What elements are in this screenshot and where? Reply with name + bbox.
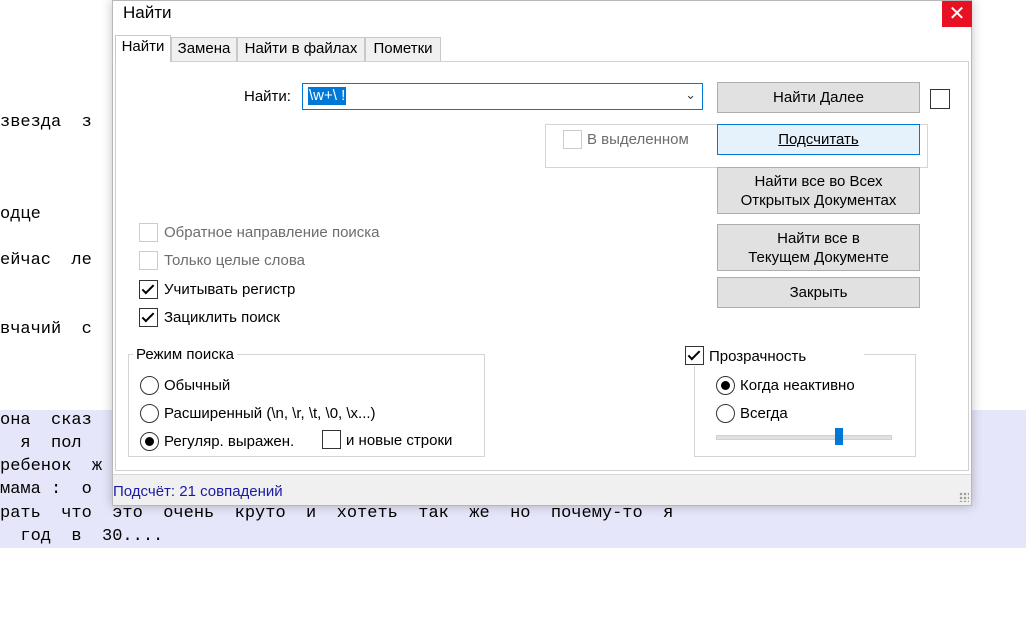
backward-direction-checkbox[interactable] [139, 223, 158, 242]
match-case-checkbox[interactable] [139, 280, 158, 299]
count-label: Подсчитать [778, 131, 859, 148]
transparency-always-radio[interactable] [716, 404, 735, 423]
whole-word-checkbox[interactable] [139, 251, 158, 270]
check-icon [687, 347, 701, 361]
check-icon [141, 281, 155, 295]
in-selection-label: В выделенном [587, 131, 689, 148]
check-icon [141, 309, 155, 323]
dialog-title: Найти [123, 3, 172, 22]
find-combobox[interactable]: \w+\ ! ⌄ [302, 83, 703, 110]
editor-line: я пол [0, 434, 82, 453]
wrap-around-label: Зациклить поиск [164, 309, 280, 326]
mode-extended-label: Расширенный (\n, \r, \t, \0, \x...) [164, 405, 376, 422]
radio-dot-icon [145, 437, 154, 446]
editor-line: звезда з [0, 113, 92, 132]
transparency-always-label: Всегда [740, 405, 788, 422]
find-all-open-line2: Открытых Документах [740, 191, 897, 209]
editor-line: ейчас ле [0, 251, 92, 270]
wrap-around-checkbox[interactable] [139, 308, 158, 327]
tab-marks[interactable]: Пометки [365, 37, 441, 61]
find-all-current-doc-button[interactable]: Найти все в Текущем Документе [717, 224, 920, 271]
mode-normal-radio[interactable] [140, 376, 159, 395]
find-dialog: Найти ✕ Найти Замена Найти в файлах Поме… [112, 0, 972, 506]
transparency-slider-thumb[interactable] [835, 428, 843, 445]
dot-matches-newline-label: и новые строки [346, 432, 453, 449]
find-all-open-line1: Найти все во Всех [754, 172, 883, 190]
whole-word-label: Только целые слова [164, 252, 306, 269]
editor-line: рать что это очень круто и хотеть так же… [0, 504, 674, 523]
editor-line: год в 30.... [0, 527, 164, 546]
find-input-value[interactable]: \w+\ ! [308, 87, 347, 105]
editor-line: мама : о [0, 480, 92, 499]
find-next-button[interactable]: Найти Далее [717, 82, 920, 113]
editor-line: ребенок ж [0, 457, 103, 476]
mode-regex-radio[interactable] [140, 432, 159, 451]
search-mode-legend: Режим поиска [133, 346, 237, 363]
close-button[interactable]: Закрыть [717, 277, 920, 308]
mode-extended-radio[interactable] [140, 404, 159, 423]
tab-find-in-files[interactable]: Найти в файлах [237, 37, 365, 61]
find-next-option-checkbox[interactable] [930, 89, 950, 109]
tab-replace[interactable]: Замена [171, 37, 237, 61]
close-label: Закрыть [789, 284, 848, 301]
tab-find[interactable]: Найти [115, 35, 171, 62]
editor-line: вчачий с [0, 320, 92, 339]
editor-line: она сказ [0, 411, 92, 430]
find-label: Найти: [244, 88, 291, 105]
status-bar: Подсчёт: 21 совпадений [113, 474, 971, 505]
in-selection-checkbox[interactable] [563, 130, 582, 149]
find-all-current-line1: Найти все в [777, 229, 860, 247]
transparency-checkbox[interactable] [685, 346, 704, 365]
radio-dot-icon [721, 381, 730, 390]
transparency-slider-track[interactable] [716, 435, 892, 440]
close-icon[interactable]: ✕ [942, 1, 972, 27]
transparency-inactive-label: Когда неактивно [740, 377, 855, 394]
transparency-label: Прозрачность [709, 348, 807, 365]
editor-line: одце [0, 205, 41, 224]
dialog-titlebar[interactable]: Найти ✕ [113, 1, 972, 31]
mode-regex-label: Регуляр. выражен. [164, 433, 295, 450]
mode-normal-label: Обычный [164, 377, 231, 394]
match-case-label: Учитывать регистр [164, 281, 296, 298]
dot-matches-newline-checkbox[interactable] [322, 430, 341, 449]
chevron-down-icon[interactable]: ⌄ [685, 87, 696, 103]
count-button[interactable]: Подсчитать [717, 124, 920, 155]
find-all-open-docs-button[interactable]: Найти все во Всех Открытых Документах [717, 167, 920, 214]
transparency-inactive-radio[interactable] [716, 376, 735, 395]
find-panel: Найти: \w+\ ! ⌄ В выделенном Найти Далее… [115, 61, 969, 471]
resize-grip-icon[interactable] [959, 492, 969, 502]
status-text: Подсчёт: 21 совпадений [113, 483, 283, 500]
find-all-current-line2: Текущем Документе [748, 248, 889, 266]
find-next-label: Найти Далее [773, 89, 864, 106]
backward-direction-label: Обратное направление поиска [164, 224, 380, 241]
